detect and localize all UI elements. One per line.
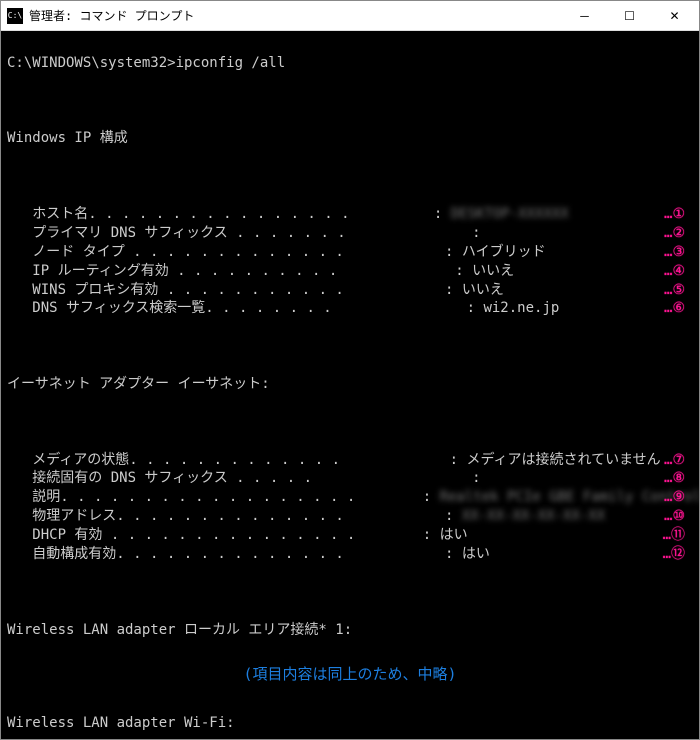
window-title: 管理者: コマンド プロンプト xyxy=(29,7,562,24)
blank-line xyxy=(7,583,693,602)
eth-3-row: 物理アドレス. . . . . . . . . . . . . . : XX-X… xyxy=(7,507,693,526)
ipconfig-0-value: DESKTOP-XXXXXX xyxy=(451,205,569,224)
ipconfig-1-row: プライマリ DNS サフィックス . . . . . . . : …② xyxy=(7,224,693,243)
section-header-ethernet: イーサネット アダプター イーサネット: xyxy=(7,375,693,394)
eth-0-label: メディアの状態. . . . . . . . . . . . . : xyxy=(7,451,466,470)
eth-3-label: 物理アドレス. . . . . . . . . . . . . . : xyxy=(7,507,462,526)
ipconfig-3-row: IP ルーティング有効 . . . . . . . . . . : いいえ …④ xyxy=(7,262,693,281)
ipconfig-1-label: プライマリ DNS サフィックス . . . . . . . : xyxy=(7,224,489,243)
ipconfig-4-label: WINS プロキシ有効 . . . . . . . . . . . : xyxy=(7,281,462,300)
eth-4-row: DHCP 有効 . . . . . . . . . . . . . . . : … xyxy=(7,526,693,545)
eth-2-row: 説明. . . . . . . . . . . . . . . . . . : … xyxy=(7,488,693,507)
blank-line xyxy=(7,337,693,356)
terminal-output[interactable]: C:\WINDOWS\system32>ipconfig /all Window… xyxy=(1,31,699,739)
ipconfig-3-value: いいえ xyxy=(472,262,514,281)
ethernet-section: メディアの状態. . . . . . . . . . . . . : メディアは… xyxy=(7,451,693,564)
section-header-ipconfig: Windows IP 構成 xyxy=(7,129,693,148)
maximize-button[interactable]: ☐ xyxy=(607,2,652,30)
omitted-note: (項目内容は同上のため、中略) xyxy=(7,658,693,694)
blank-line xyxy=(7,92,693,111)
eth-1-row: 接続固有の DNS サフィックス . . . . . : …⑧ xyxy=(7,469,693,488)
eth-0-row: メディアの状態. . . . . . . . . . . . . : メディアは… xyxy=(7,451,693,470)
blank-line xyxy=(7,413,693,432)
eth-1-annotation: …⑧ xyxy=(664,469,685,488)
eth-2-label: 説明. . . . . . . . . . . . . . . . . . : xyxy=(7,488,440,507)
eth-5-annotation: …⑫ xyxy=(663,545,685,564)
eth-3-annotation: …⑩ xyxy=(664,507,685,526)
eth-5-value: はい xyxy=(462,545,490,564)
ipconfig-1-annotation: …② xyxy=(664,224,685,243)
ipconfig-3-annotation: …④ xyxy=(664,262,685,281)
eth-0-value: メディアは接続されていません xyxy=(466,451,660,470)
ipconfig-5-row: DNS サフィックス検索一覧. . . . . . . . : wi2.ne.j… xyxy=(7,299,693,318)
ipconfig-5-value: wi2.ne.jp xyxy=(483,299,559,318)
ipconfig-2-row: ノード タイプ . . . . . . . . . . . . . : ハイブリ… xyxy=(7,243,693,262)
ipconfig-5-label: DNS サフィックス検索一覧. . . . . . . . : xyxy=(7,299,483,318)
ipconfig-0-annotation: …① xyxy=(664,205,685,224)
eth-3-value: XX-XX-XX-XX-XX-XX xyxy=(462,507,605,526)
prompt-line: C:\WINDOWS\system32>ipconfig /all xyxy=(7,54,693,73)
section-header-wifi: Wireless LAN adapter Wi-Fi: xyxy=(7,714,693,733)
ipconfig-3-label: IP ルーティング有効 . . . . . . . . . . : xyxy=(7,262,472,281)
section-header-wlan-local: Wireless LAN adapter ローカル エリア接続* 1: xyxy=(7,621,693,640)
eth-1-label: 接続固有の DNS サフィックス . . . . . : xyxy=(7,469,489,488)
eth-5-row: 自動構成有効. . . . . . . . . . . . . . : はい …⑫ xyxy=(7,545,693,564)
ipconfig-2-value: ハイブリッド xyxy=(462,243,546,262)
eth-4-value: はい xyxy=(440,526,468,545)
eth-2-annotation: …⑨ xyxy=(664,488,685,507)
ipconfig-4-annotation: …⑤ xyxy=(664,281,685,300)
minimize-button[interactable]: ─ xyxy=(562,2,607,30)
eth-2-value: Realtek PCIe GBE Family Controller xyxy=(440,488,699,507)
eth-0-annotation: …⑦ xyxy=(664,451,685,470)
command-prompt-window: C:\ 管理者: コマンド プロンプト ─ ☐ ✕ C:\WINDOWS\sys… xyxy=(0,0,700,740)
ipconfig-4-value: いいえ xyxy=(462,281,504,300)
blank-line xyxy=(7,167,693,186)
ipconfig-4-row: WINS プロキシ有効 . . . . . . . . . . . : いいえ …… xyxy=(7,281,693,300)
cmd-icon: C:\ xyxy=(7,8,23,24)
ipconfig-0-row: ホスト名. . . . . . . . . . . . . . . . : DE… xyxy=(7,205,693,224)
ipconfig-2-label: ノード タイプ . . . . . . . . . . . . . : xyxy=(7,243,462,262)
titlebar: C:\ 管理者: コマンド プロンプト ─ ☐ ✕ xyxy=(1,1,699,31)
ipconfig-5-annotation: …⑥ xyxy=(664,299,685,318)
window-controls: ─ ☐ ✕ xyxy=(562,2,697,30)
close-button[interactable]: ✕ xyxy=(652,2,697,30)
ip-config-section: ホスト名. . . . . . . . . . . . . . . . : DE… xyxy=(7,205,693,318)
eth-4-annotation: …⑪ xyxy=(663,526,685,545)
ipconfig-2-annotation: …③ xyxy=(664,243,685,262)
eth-5-label: 自動構成有効. . . . . . . . . . . . . . : xyxy=(7,545,462,564)
prompt-path: C:\WINDOWS\system32> xyxy=(7,54,176,73)
eth-4-label: DHCP 有効 . . . . . . . . . . . . . . . : xyxy=(7,526,440,545)
ipconfig-0-label: ホスト名. . . . . . . . . . . . . . . . : xyxy=(7,205,451,224)
command-text: ipconfig /all xyxy=(176,54,286,73)
